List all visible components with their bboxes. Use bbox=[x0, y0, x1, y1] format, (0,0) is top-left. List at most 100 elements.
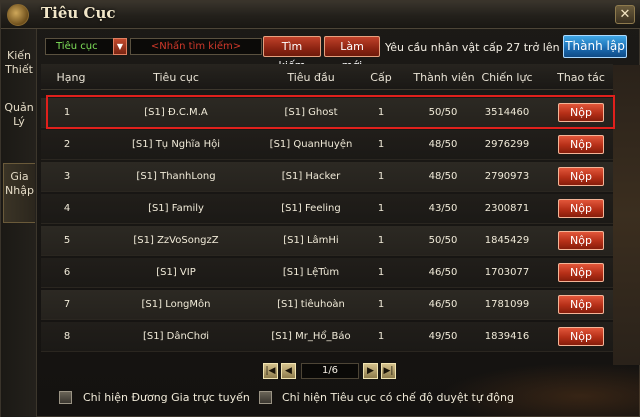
auto-approve-label: Chỉ hiện Tiêu cục có chế độ duyệt tự độn… bbox=[282, 391, 514, 404]
submit-button[interactable]: Nộp bbox=[558, 263, 604, 282]
cell-level: 1 bbox=[377, 139, 385, 150]
table-row[interactable]: 2 [S1] Tụ Nghĩa Hội [S1] QuanHuyện 1 48/… bbox=[41, 130, 613, 160]
cell-power: 1839416 bbox=[484, 331, 530, 342]
cell-leader: [S1] LệTùm bbox=[282, 267, 340, 278]
cell-guild: [S1] ZzVoSongzZ bbox=[133, 235, 219, 246]
header-guild: Tiêu cục bbox=[153, 71, 199, 84]
toolbar: Tiêu cục ▼ <Nhấn tìm kiếm> Tìm kiếm Làm … bbox=[41, 35, 640, 72]
header-action: Thao tác bbox=[557, 71, 605, 84]
cell-leader: [S1] Mr_Hổ_Báo bbox=[271, 331, 351, 342]
cell-leader: [S1] QuanHuyện bbox=[269, 139, 353, 150]
cell-rank: 8 bbox=[63, 331, 71, 342]
filter-value: Tiêu cục bbox=[56, 41, 98, 52]
cell-power: 2300871 bbox=[484, 203, 530, 214]
cell-guild: [S1] DânChơi bbox=[142, 331, 210, 342]
header-rank: Hạng bbox=[56, 71, 86, 84]
header-leader: Tiêu đầu bbox=[287, 71, 335, 84]
cell-level: 1 bbox=[377, 107, 385, 118]
pagination: |◀ ◀ 1/6 ▶ ▶| bbox=[263, 363, 399, 381]
cell-power: 1845429 bbox=[484, 235, 530, 246]
next-page-button[interactable]: ▶ bbox=[363, 363, 378, 379]
close-button[interactable]: ✕ bbox=[615, 5, 635, 24]
side-tabs: Kiến Thiết Quản Lý Gia Nhập bbox=[1, 29, 37, 417]
cell-power: 2790973 bbox=[484, 171, 530, 182]
cell-level: 1 bbox=[377, 171, 385, 182]
table-row[interactable]: 7 [S1] LongMôn [S1] tiêuhoàn 1 46/50 178… bbox=[41, 290, 613, 320]
submit-button[interactable]: Nộp bbox=[558, 103, 604, 122]
cell-rank: 5 bbox=[63, 235, 71, 246]
cell-rank: 6 bbox=[63, 267, 71, 278]
cell-power: 1781099 bbox=[484, 299, 530, 310]
online-only-checkbox[interactable] bbox=[59, 391, 72, 404]
cell-members: 50/50 bbox=[428, 107, 458, 118]
cell-power: 3514460 bbox=[484, 107, 530, 118]
cell-rank: 7 bbox=[63, 299, 71, 310]
cell-guild: [S1] ThanhLong bbox=[136, 171, 216, 182]
filter-dropdown[interactable]: Tiêu cục ▼ bbox=[45, 38, 127, 55]
tab-kien-thiet[interactable]: Kiến Thiết bbox=[3, 43, 35, 103]
cell-guild: [S1] LongMôn bbox=[141, 299, 211, 310]
cell-guild: [S1] Đ.C.M.A bbox=[144, 107, 208, 118]
online-only-label: Chỉ hiện Đương Gia trực tuyến bbox=[83, 391, 250, 404]
submit-button[interactable]: Nộp bbox=[558, 167, 604, 186]
header-power: Chiến lực bbox=[481, 71, 533, 84]
cell-guild: [S1] VIP bbox=[156, 267, 196, 278]
window-title: Tiêu Cục bbox=[41, 4, 116, 22]
table-header: Hạng Tiêu cục Tiêu đầu Cấp Thành viên Ch… bbox=[41, 64, 613, 90]
table-row[interactable]: 1 [S1] Đ.C.M.A [S1] Ghost 1 50/50 351446… bbox=[41, 98, 613, 128]
cell-leader: [S1] Feeling bbox=[281, 203, 341, 214]
cell-guild: [S1] Tụ Nghĩa Hội bbox=[132, 139, 220, 150]
title-bar[interactable]: Tiêu Cục ✕ bbox=[1, 1, 640, 29]
cell-leader: [S1] Ghost bbox=[284, 107, 338, 118]
submit-button[interactable]: Nộp bbox=[558, 327, 604, 346]
guild-window: Tiêu Cục ✕ Kiến Thiết Quản Lý Gia Nhập T… bbox=[0, 0, 640, 417]
cell-rank: 3 bbox=[63, 171, 71, 182]
cell-level: 1 bbox=[377, 299, 385, 310]
auto-approve-checkbox[interactable] bbox=[259, 391, 272, 404]
level-requirement: Yêu cầu nhân vật cấp 27 trở lên bbox=[385, 41, 560, 54]
table-row[interactable]: 4 [S1] Family [S1] Feeling 1 43/50 23008… bbox=[41, 194, 613, 224]
cell-members: 50/50 bbox=[428, 235, 458, 246]
cell-members: 48/50 bbox=[428, 171, 458, 182]
header-members: Thành viên bbox=[413, 71, 475, 84]
table-row[interactable]: 8 [S1] DânChơi [S1] Mr_Hổ_Báo 1 49/50 18… bbox=[41, 322, 613, 352]
cell-members: 48/50 bbox=[428, 139, 458, 150]
submit-button[interactable]: Nộp bbox=[558, 199, 604, 218]
guild-emblem-icon bbox=[7, 4, 29, 26]
cell-level: 1 bbox=[377, 235, 385, 246]
prev-page-button[interactable]: ◀ bbox=[281, 363, 296, 379]
filter-options: Chỉ hiện Đương Gia trực tuyến Chỉ hiện T… bbox=[41, 389, 640, 411]
tab-quan-ly[interactable]: Quản Lý bbox=[3, 95, 35, 155]
cell-level: 1 bbox=[377, 267, 385, 278]
cell-level: 1 bbox=[377, 331, 385, 342]
guild-table: Hạng Tiêu cục Tiêu đầu Cấp Thành viên Ch… bbox=[41, 64, 640, 360]
cell-power: 1703077 bbox=[484, 267, 530, 278]
chevron-down-icon[interactable]: ▼ bbox=[113, 38, 127, 55]
table-row[interactable]: 3 [S1] ThanhLong [S1] Hacker 1 48/50 279… bbox=[41, 162, 613, 192]
header-level: Cấp bbox=[370, 71, 392, 84]
cell-leader: [S1] Hacker bbox=[281, 171, 341, 182]
search-button[interactable]: Tìm kiếm bbox=[263, 36, 321, 72]
cell-leader: [S1] tiêuhoàn bbox=[277, 299, 345, 310]
table-row[interactable]: 5 [S1] ZzVoSongzZ [S1] LâmHi 1 50/50 184… bbox=[41, 226, 613, 256]
refresh-button[interactable]: Làm mới bbox=[324, 36, 380, 72]
table-row[interactable]: 6 [S1] VIP [S1] LệTùm 1 46/50 1703077 Nộ… bbox=[41, 258, 613, 288]
submit-button[interactable]: Nộp bbox=[558, 231, 604, 250]
cell-members: 49/50 bbox=[428, 331, 458, 342]
cell-leader: [S1] LâmHi bbox=[283, 235, 339, 246]
cell-rank: 4 bbox=[63, 203, 71, 214]
submit-button[interactable]: Nộp bbox=[558, 295, 604, 314]
cell-members: 43/50 bbox=[428, 203, 458, 214]
cell-power: 2976299 bbox=[484, 139, 530, 150]
tab-gia-nhap[interactable]: Gia Nhập bbox=[3, 163, 35, 223]
create-guild-button[interactable]: Thành lập bbox=[563, 35, 627, 58]
cell-rank: 1 bbox=[63, 107, 71, 118]
search-input[interactable]: <Nhấn tìm kiếm> bbox=[130, 38, 262, 55]
first-page-button[interactable]: |◀ bbox=[263, 363, 278, 379]
cell-members: 46/50 bbox=[428, 267, 458, 278]
page-indicator: 1/6 bbox=[301, 363, 359, 379]
last-page-button[interactable]: ▶| bbox=[381, 363, 396, 379]
submit-button[interactable]: Nộp bbox=[558, 135, 604, 154]
cell-rank: 2 bbox=[63, 139, 71, 150]
cell-members: 46/50 bbox=[428, 299, 458, 310]
